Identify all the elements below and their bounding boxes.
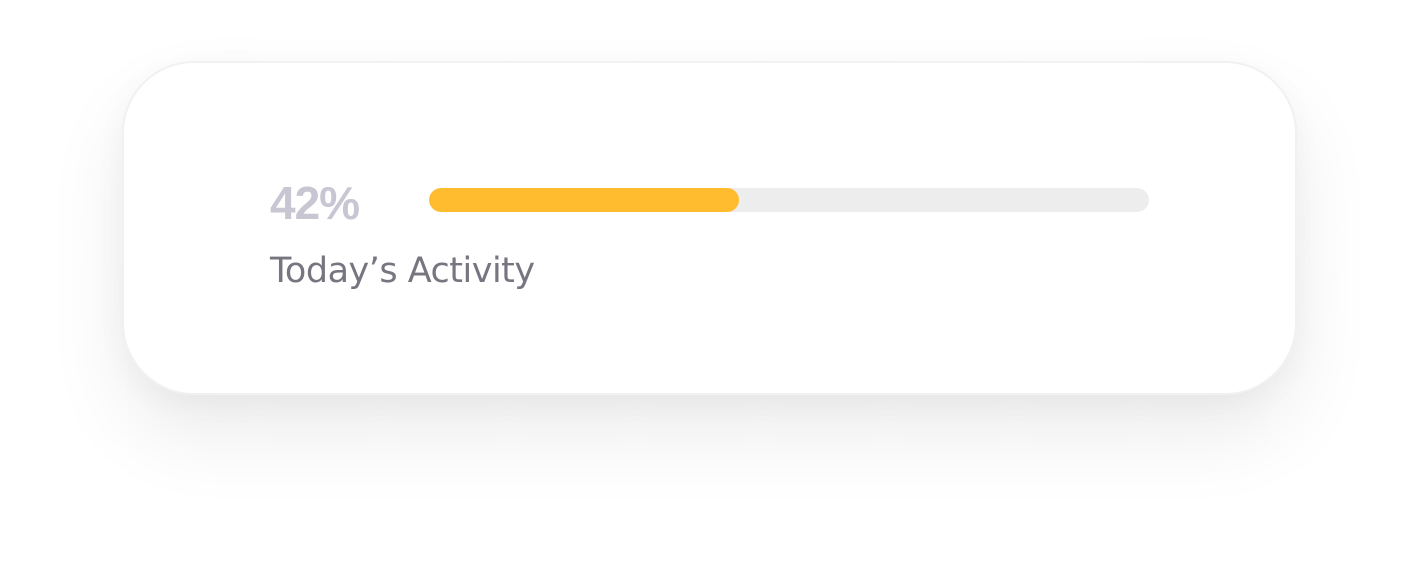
activity-percentage: 42%: [270, 177, 360, 229]
activity-progress-bar: [429, 188, 1149, 212]
activity-card: 42% Today’s Activity: [122, 61, 1297, 395]
activity-progress-fill: [429, 188, 739, 212]
activity-label: Today’s Activity: [270, 251, 535, 291]
